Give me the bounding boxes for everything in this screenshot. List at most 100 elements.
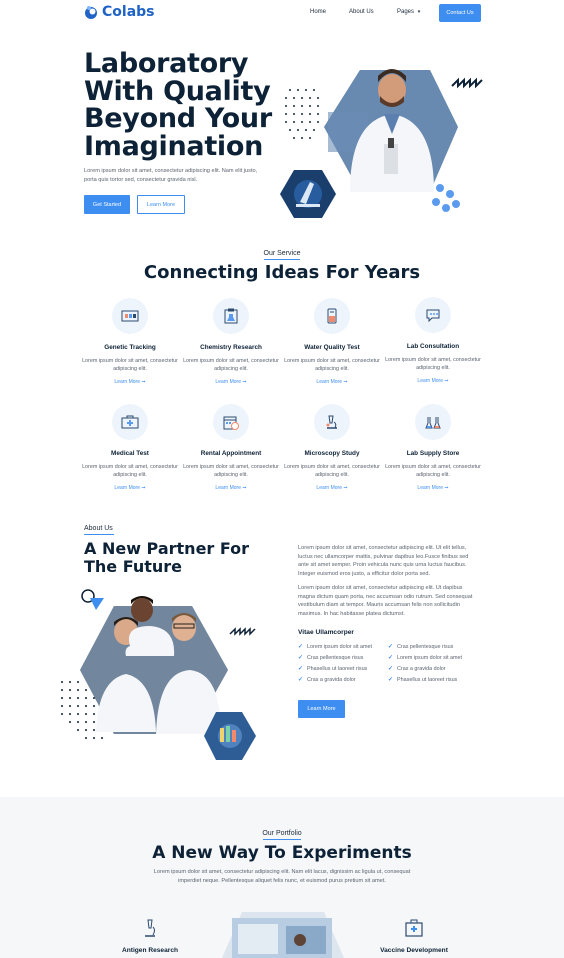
checklist-item: ✓ Lorem ipsum dolor sit amet bbox=[388, 654, 463, 662]
service-card: Genetic Tracking Lorem ipsum dolor sit a… bbox=[80, 298, 180, 385]
check-icon: ✓ bbox=[298, 666, 304, 672]
checklist-item: ✓ Cras a gravida dolor bbox=[388, 665, 446, 673]
portfolio-eyebrow-underline bbox=[263, 839, 301, 840]
checklist-item: ✓ Cras pellentesque risus bbox=[388, 643, 454, 651]
check-icon: ✓ bbox=[298, 655, 304, 661]
service-card: Lab Supply Store Lorem ipsum dolor sit a… bbox=[383, 404, 483, 491]
check-icon: ✓ bbox=[298, 677, 304, 683]
hero-description: Lorem ipsum dolor sit amet, consectetur … bbox=[84, 168, 258, 183]
microscope-slide-icon bbox=[112, 298, 148, 334]
about-eyebrow: About Us bbox=[84, 525, 113, 532]
service-description: Lorem ipsum dolor sit amet, consectetur … bbox=[385, 464, 481, 478]
check-icon: ✓ bbox=[298, 644, 304, 650]
check-icon: ✓ bbox=[388, 644, 394, 650]
dot-pattern-decoration bbox=[285, 89, 319, 139]
service-title: Lab Consultation bbox=[406, 343, 460, 350]
brand-name: Colabs bbox=[102, 4, 155, 20]
service-learn-more-link[interactable]: Learn More ➞ bbox=[181, 379, 281, 385]
portfolio-item-title: Antigen Research bbox=[121, 947, 179, 954]
service-description: Lorem ipsum dolor sit amet, consectetur … bbox=[82, 358, 178, 372]
checklist-item: ✓ Cras a gravida dolor bbox=[298, 676, 356, 684]
about-paragraph-2: Lorem ipsum dolor sit amet, consectetur … bbox=[298, 585, 473, 617]
checklist-item: ✓ Phasellus ut laoreet risus bbox=[388, 676, 458, 684]
checklist-label: Cras a gravida dolor bbox=[397, 665, 446, 672]
checklist-item: ✓ Cras pellentesque risus bbox=[298, 654, 364, 662]
services-title: Connecting Ideas For Years bbox=[143, 262, 421, 283]
portfolio-title: A New Way To Experiments bbox=[152, 843, 412, 863]
chat-bubble-icon bbox=[415, 297, 451, 333]
portfolio-eyebrow: Our Portfolio bbox=[262, 830, 302, 837]
logo-icon bbox=[83, 4, 99, 20]
service-learn-more-link[interactable]: Learn More ➞ bbox=[80, 379, 180, 385]
checklist-label: Cras pellentesque risus bbox=[397, 643, 454, 650]
hero-title: Laboratory With Quality Beyond Your Imag… bbox=[84, 48, 272, 162]
service-title: Rental Appointment bbox=[200, 450, 262, 457]
about-title: A New Partner For The Future bbox=[84, 539, 250, 576]
service-description: Lorem ipsum dolor sit amet, consectetur … bbox=[82, 464, 178, 478]
checklist-label: Phasellus ut laoreet risus bbox=[307, 665, 368, 672]
nav-home-link[interactable]: Home bbox=[310, 9, 326, 15]
checklist-label: Cras pellentesque risus bbox=[307, 654, 364, 661]
check-icon: ✓ bbox=[388, 677, 394, 683]
service-title: Medical Test bbox=[111, 450, 149, 457]
services-eyebrow-underline bbox=[264, 259, 300, 260]
check-icon: ✓ bbox=[388, 655, 394, 661]
service-card: Medical Test Lorem ipsum dolor sit amet,… bbox=[80, 404, 180, 491]
portfolio-item[interactable]: Vaccine Development bbox=[364, 918, 464, 954]
flask-icon bbox=[415, 404, 451, 440]
get-started-button[interactable]: Get Started bbox=[84, 195, 130, 214]
portfolio-item[interactable]: Antigen Research bbox=[100, 918, 200, 954]
service-learn-more-link[interactable]: Learn More ➞ bbox=[181, 485, 281, 491]
service-learn-more-link[interactable]: Learn More ➞ bbox=[282, 485, 382, 491]
brand-logo[interactable]: Colabs bbox=[83, 4, 155, 20]
learn-more-button[interactable]: Learn More bbox=[137, 195, 185, 214]
service-title: Genetic Tracking bbox=[104, 344, 156, 351]
portfolio-lab-image bbox=[222, 912, 344, 958]
about-eyebrow-underline bbox=[84, 534, 114, 535]
contact-us-button[interactable]: Contact Us bbox=[439, 4, 481, 22]
check-icon: ✓ bbox=[388, 666, 394, 672]
service-description: Lorem ipsum dolor sit amet, consectetur … bbox=[284, 464, 380, 478]
service-title: Water Quality Test bbox=[304, 344, 360, 351]
nav-pages-link[interactable]: Pages ▾ bbox=[397, 9, 420, 15]
checklist-label: Phasellus ut laoreet risus bbox=[397, 676, 458, 683]
about-paragraph-1: Lorem ipsum dolor sit amet, consectetur … bbox=[298, 545, 469, 577]
clipboard-flask-icon bbox=[213, 298, 249, 334]
about-list-title: Vitae Ullamcorper bbox=[298, 629, 354, 636]
checklist-item: ✓ Phasellus ut laoreet risus bbox=[298, 665, 368, 673]
microscope-icon bbox=[314, 404, 350, 440]
microscope-icon bbox=[145, 919, 155, 937]
zigzag-decoration bbox=[451, 77, 483, 89]
checklist-label: Lorem ipsum dolor sit amet bbox=[307, 643, 373, 650]
about-learn-more-button[interactable]: Learn More bbox=[298, 700, 345, 718]
service-description: Lorem ipsum dolor sit amet, consectetur … bbox=[385, 357, 481, 371]
service-title: Microscopy Study bbox=[304, 450, 360, 457]
test-tube-icon bbox=[314, 298, 350, 334]
service-learn-more-link[interactable]: Learn More ➞ bbox=[80, 485, 180, 491]
service-learn-more-link[interactable]: Learn More ➞ bbox=[282, 379, 382, 385]
service-card: Rental Appointment Lorem ipsum dolor sit… bbox=[181, 404, 281, 491]
chevron-down-icon: ▾ bbox=[417, 9, 421, 15]
service-card: Chemistry Research Lorem ipsum dolor sit… bbox=[181, 298, 281, 385]
service-card: Water Quality Test Lorem ipsum dolor sit… bbox=[282, 298, 382, 385]
services-eyebrow: Our Service bbox=[263, 250, 301, 257]
service-description: Lorem ipsum dolor sit amet, consectetur … bbox=[183, 464, 279, 478]
top-navigation: Colabs Home About Us Pages ▾ Contact Us bbox=[0, 0, 564, 28]
service-learn-more-link[interactable]: Learn More ➞ bbox=[383, 378, 483, 384]
hero-illustration bbox=[280, 69, 483, 218]
calendar-icon bbox=[213, 404, 249, 440]
nav-pages-label: Pages bbox=[397, 9, 415, 15]
blue-dots-decoration bbox=[432, 184, 460, 212]
service-description: Lorem ipsum dolor sit amet, consectetur … bbox=[284, 358, 380, 372]
medical-kit-icon bbox=[112, 404, 148, 440]
vaccine-kit-icon bbox=[405, 919, 423, 937]
service-card: Lab Consultation Lorem ipsum dolor sit a… bbox=[383, 297, 483, 384]
service-title: Lab Supply Store bbox=[406, 450, 460, 457]
checklist-label: Lorem ipsum dolor sit amet bbox=[397, 654, 463, 661]
portfolio-description: Lorem ipsum dolor sit amet, consectetur … bbox=[153, 869, 411, 884]
checklist-label: Cras a gravida dolor bbox=[307, 676, 356, 683]
about-illustration bbox=[61, 589, 256, 760]
service-description: Lorem ipsum dolor sit amet, consectetur … bbox=[183, 358, 279, 372]
nav-about-link[interactable]: About Us bbox=[349, 9, 374, 15]
service-learn-more-link[interactable]: Learn More ➞ bbox=[383, 485, 483, 491]
